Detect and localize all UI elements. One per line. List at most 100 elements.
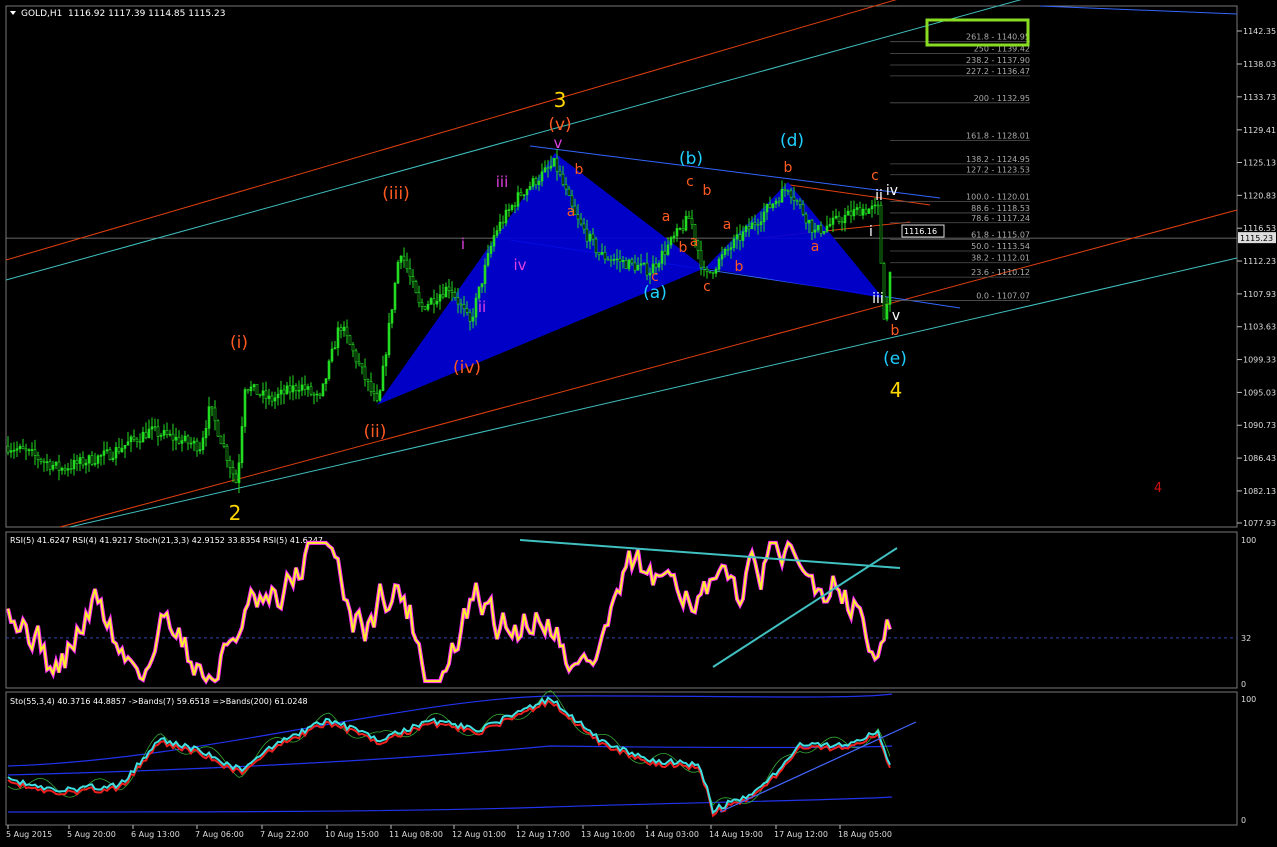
candle-body	[18, 446, 22, 449]
candle-body	[534, 178, 538, 186]
cursor-price-label: 1116.16	[904, 227, 937, 236]
candle-body	[273, 397, 277, 402]
candle-body	[66, 468, 70, 471]
candle-body	[90, 455, 94, 465]
candle-body	[792, 196, 796, 201]
candle-body	[339, 327, 343, 331]
candle-body	[870, 205, 874, 210]
candle-body	[9, 450, 13, 453]
candle-body	[75, 459, 79, 464]
candle-body	[450, 290, 454, 293]
candle-body	[765, 203, 769, 213]
candle-body	[369, 380, 373, 392]
candle-body	[258, 394, 262, 396]
candle-body	[840, 221, 844, 224]
candle-body	[729, 247, 733, 250]
candle-body	[675, 228, 679, 237]
candle-body	[63, 467, 67, 471]
candle-body	[819, 225, 823, 234]
candle-body	[210, 406, 214, 409]
candle-body	[180, 440, 184, 444]
candle-body	[606, 258, 610, 261]
price-label: 1138.03	[1243, 60, 1276, 69]
candle-body	[228, 460, 232, 468]
candle-body	[138, 441, 142, 443]
wave-label-corrective: (d)	[780, 131, 804, 151]
candle-body	[387, 322, 391, 356]
symbol-title: GOLD,H1	[21, 9, 62, 19]
candle-body	[72, 459, 76, 470]
wave-label-late-minor: i	[869, 224, 873, 240]
candle-body	[762, 211, 766, 223]
candle-body	[345, 326, 349, 337]
price-label: 1090.73	[1243, 421, 1276, 430]
candle-body	[351, 344, 355, 352]
wave-label-subwave: b	[575, 162, 584, 178]
time-label: 10 Aug 15:00	[325, 830, 379, 839]
price-label: 1082.13	[1243, 487, 1276, 496]
candle-body	[225, 445, 229, 461]
candle-body	[141, 431, 145, 443]
candle-body	[216, 420, 220, 437]
time-label: 12 Aug 01:00	[452, 830, 506, 839]
sto-scale-label: 0	[1241, 816, 1246, 825]
candle-body	[189, 442, 193, 445]
candle-body	[438, 294, 442, 302]
wave-label-minor: v	[554, 134, 563, 152]
candle-body	[804, 213, 808, 224]
candle-body	[639, 263, 643, 266]
candle-body	[306, 386, 310, 390]
candle-body	[51, 465, 55, 470]
candle-body	[525, 189, 529, 196]
candle-body	[759, 221, 763, 226]
candle-body	[246, 389, 250, 392]
price-label: 1129.41	[1243, 126, 1276, 135]
candle-body	[885, 304, 889, 320]
wave-label-subwave: b	[891, 323, 900, 339]
candle-body	[186, 435, 190, 444]
candle-body	[447, 286, 451, 291]
candle-body	[699, 250, 703, 268]
time-label: 5 Aug 2015	[6, 830, 52, 839]
wave-label-minor: iii	[496, 173, 509, 191]
candle-body	[849, 210, 853, 217]
wave-label-subwave: a	[723, 217, 732, 233]
candle-body	[489, 245, 493, 254]
candle-body	[432, 298, 436, 305]
candle-body	[630, 259, 634, 264]
time-label: 13 Aug 10:00	[581, 830, 635, 839]
candle-body	[342, 326, 346, 331]
candle-body	[291, 385, 295, 393]
time-label: 7 Aug 22:00	[260, 830, 309, 839]
candle-body	[597, 252, 601, 255]
candle-body	[615, 258, 619, 261]
candle-body	[309, 386, 313, 395]
candle-body	[837, 215, 841, 222]
price-label: 1142.35	[1243, 27, 1276, 36]
wave-label-subwave: c	[651, 269, 659, 285]
candle-body	[486, 253, 490, 266]
candle-body	[669, 237, 673, 246]
candle-body	[732, 238, 736, 248]
candle-body	[633, 262, 637, 271]
fib-level-label: 100.0 - 1120.01	[966, 193, 1030, 202]
candle-body	[462, 304, 466, 309]
wave-label-subwave: b	[679, 240, 688, 256]
candle-body	[153, 426, 157, 429]
sto-legend: Sto(55,3,4) 40.3716 44.8857 ->Bands(7) 5…	[10, 697, 308, 706]
candle-body	[498, 221, 502, 231]
candle-body	[21, 446, 25, 450]
candle-body	[540, 171, 544, 182]
candle-body	[366, 379, 370, 382]
candle-body	[111, 457, 115, 461]
candle-body	[384, 354, 388, 367]
candle-body	[846, 210, 850, 216]
wave-label-subwave: b	[784, 160, 793, 176]
candle-body	[378, 390, 382, 401]
chart-svg[interactable]: 261.8 - 1140.95250 - 1139.42238.2 - 1137…	[0, 0, 1277, 843]
candle-body	[888, 271, 892, 305]
wave-label-major: 2	[229, 501, 242, 525]
candle-body	[213, 407, 217, 422]
candle-body	[756, 224, 760, 226]
candle-body	[708, 271, 712, 273]
